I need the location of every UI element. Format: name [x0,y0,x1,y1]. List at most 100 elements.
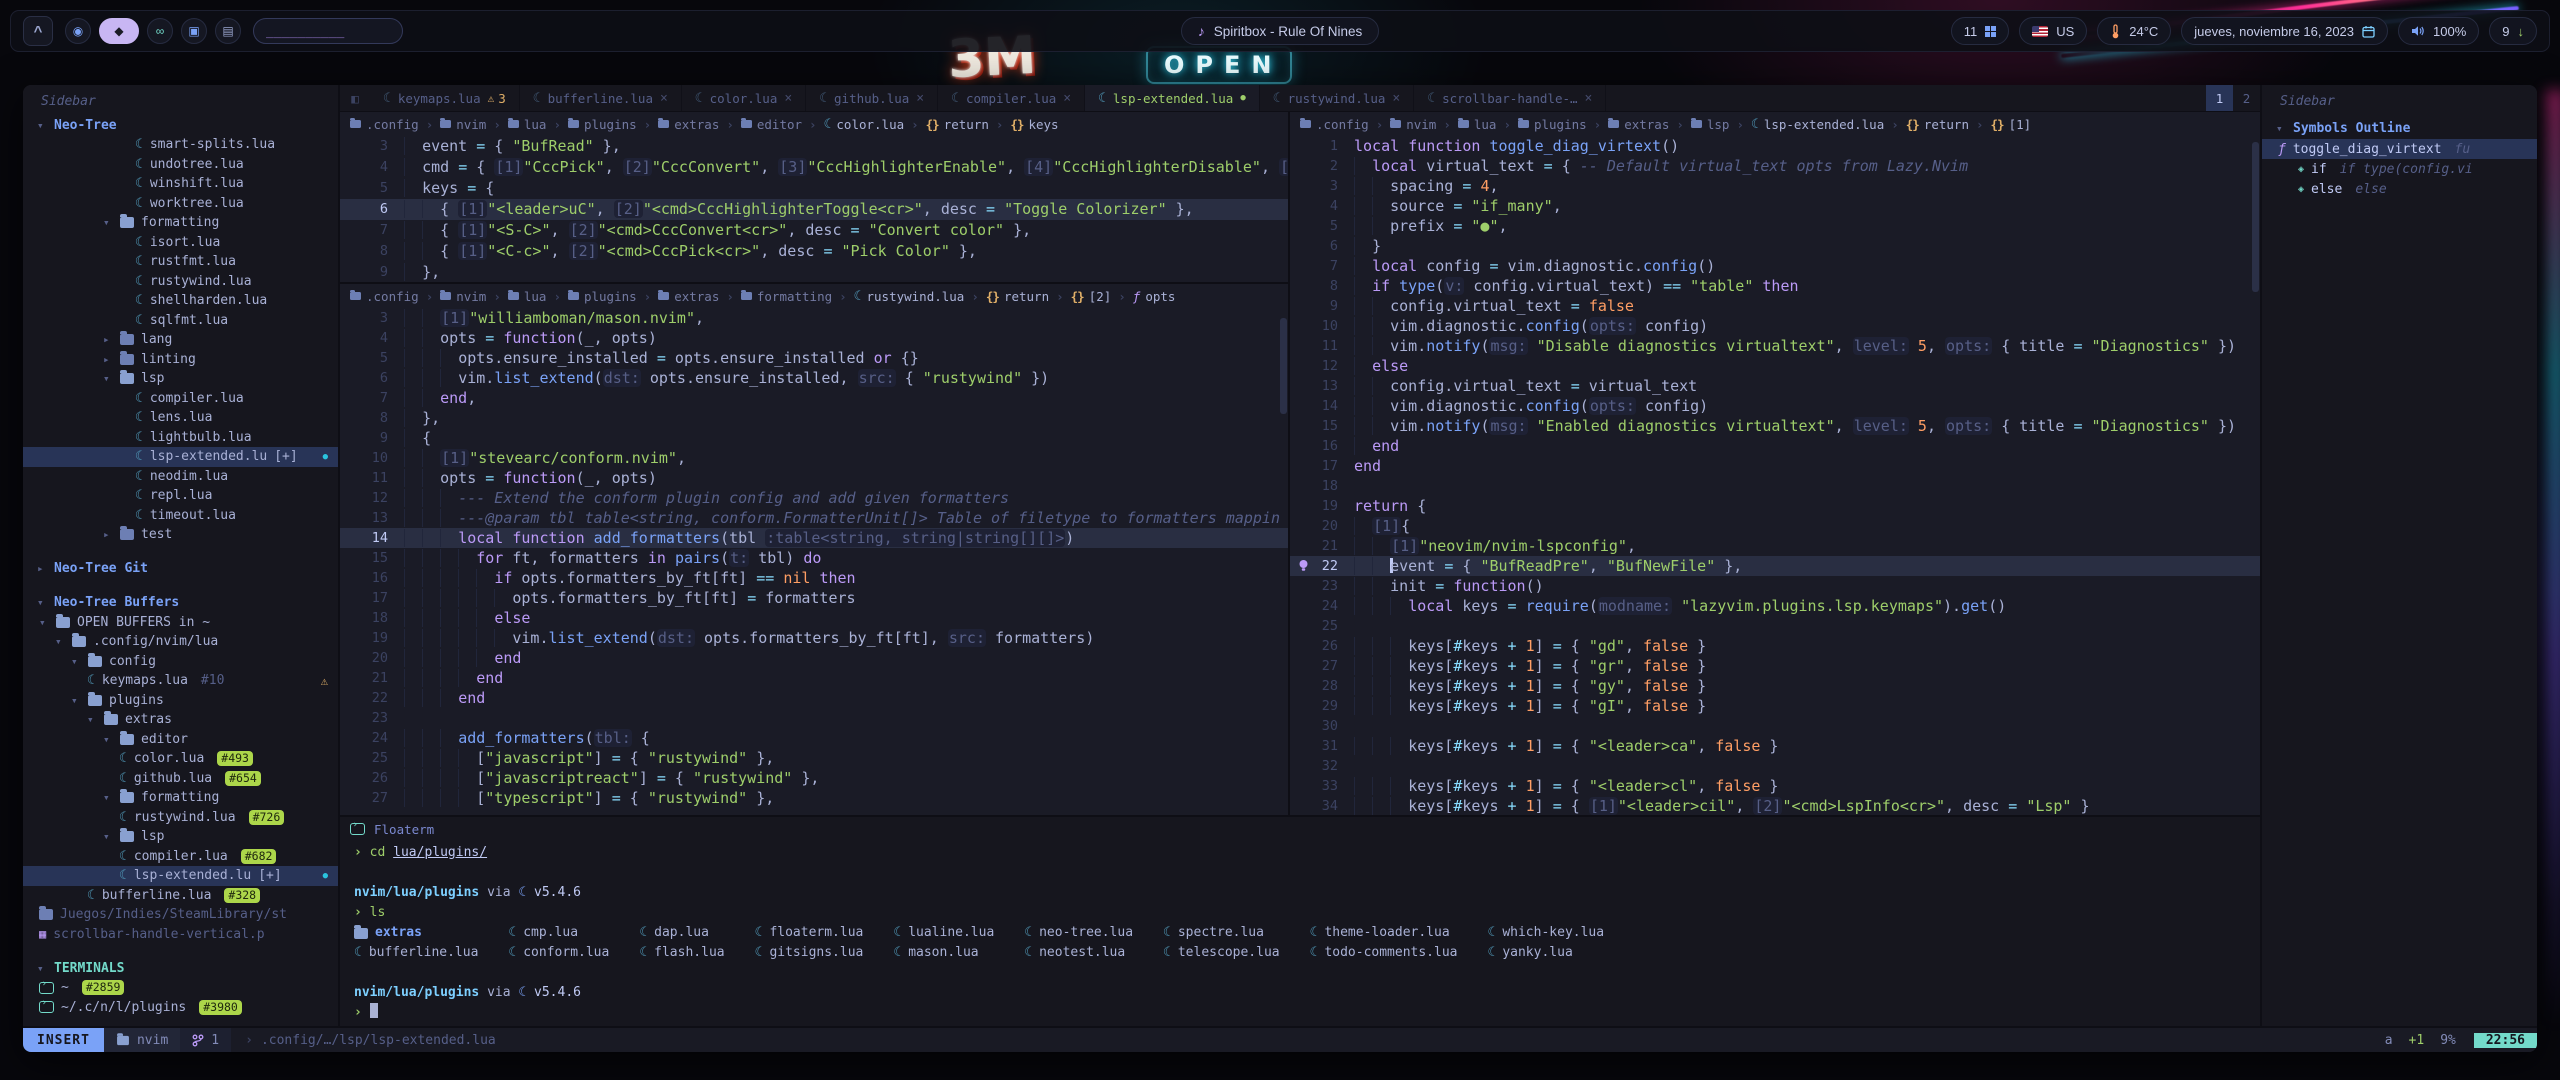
tree-item-winshift-lua[interactable]: ☾winshift.lua [23,174,338,194]
code-line-7[interactable]: 7 end, [340,388,1288,408]
breadcrumb-item-config[interactable]: .config [350,289,419,304]
code-line-34[interactable]: 34 keys[#keys + 1] = { [1]"<leader>cil",… [1290,796,2260,815]
tree-item-bufferline-lua[interactable]: ☾bufferline.lua#328 [23,886,338,906]
section-neo-tree-buffers[interactable]: ▾Neo-Tree Buffers [23,593,338,613]
code-line-4[interactable]: 4 cmd = { [1]"CccPick", [2]"CccConvert",… [340,157,1288,178]
symbol-toggle-diag-virtext[interactable]: ƒtoggle_diag_virtextfu [2262,139,2537,159]
tree-item-neodim-lua[interactable]: ☾neodim.lua [23,467,338,487]
tab-bufferline-lua[interactable]: ☾bufferline.lua× [520,85,682,111]
symbol-else[interactable]: ◈elseelse [2262,179,2537,199]
code-line-26[interactable]: 26 keys[#keys + 1] = { "gd", false } [1290,636,2260,656]
breadcrumb-item-lua[interactable]: lua [508,289,547,304]
close-icon[interactable]: × [660,91,668,106]
code-line-24[interactable]: 24 local keys = require(modname: "lazyvi… [1290,596,2260,616]
breadcrumb-item-opts[interactable]: ƒopts [1133,289,1176,304]
tree-item-rustywind-lua[interactable]: ☾rustywind.lua#726 [23,808,338,828]
tree-item-editor[interactable]: ▾editor [23,730,338,750]
code-line-21[interactable]: 21 [1]"neovim/nvim-lspconfig", [1290,536,2260,556]
widget-window-count[interactable]: 11 [1951,17,2010,45]
scrollbar[interactable] [2252,142,2259,292]
code-line-31[interactable]: 31 keys[#keys + 1] = { "<leader>ca", fal… [1290,736,2260,756]
code-line-13[interactable]: 13 ---@param tbl table<string, conform.F… [340,508,1288,528]
widget-updates[interactable]: 9↓ [2489,17,2537,45]
breadcrumb-item-plugins[interactable]: plugins [568,289,637,304]
code-line-9[interactable]: 9 config.virtual_text = false [1290,296,2260,316]
breadcrumb-item-nvim[interactable]: nvim [440,117,486,132]
tree-item-compiler-lua[interactable]: ☾compiler.lua#682 [23,847,338,867]
breadcrumb-item-keys[interactable]: {}keys [1010,117,1058,132]
tab-color-lua[interactable]: ☾color.lua× [682,85,806,111]
breadcrumb-item-nvim[interactable]: nvim [440,289,486,304]
code-line-22[interactable]: 22 event = { "BufReadPre", "BufNewFile" … [1290,556,2260,576]
tree-item-[interactable]: ~#2859 [23,978,338,998]
breadcrumb-item-extras[interactable]: extras [1608,117,1669,132]
code-line-27[interactable]: 27 ["typescript"] = { "rustywind" }, [340,788,1288,808]
breadcrumb-item-rustywind-lua[interactable]: ☾rustywind.lua [854,289,965,304]
code-line-6[interactable]: 6 { [1]"<leader>uC", [2]"<cmd>CccHighlig… [340,199,1288,220]
symbols-outline-header[interactable]: ▾ Symbols Outline [2262,117,2537,139]
tree-item-lsp-extended-lu[interactable]: ☾lsp-extended.lu[+]● [23,866,338,886]
code-line-11[interactable]: 11 vim.notify(msg: "Disable diagnostics … [1290,336,2260,356]
tree-item-test[interactable]: ▸test [23,525,338,545]
terminal-body[interactable]: › cd lua/plugins/ nvim/lua/plugins via ☾… [340,841,2260,1026]
tabpage-2[interactable]: 2 [2233,85,2260,111]
tree-item-rustfmt-lua[interactable]: ☾rustfmt.lua [23,252,338,272]
tree-item-lens-lua[interactable]: ☾lens.lua [23,408,338,428]
code-line-4[interactable]: 4 source = "if_many", [1290,196,2260,216]
code-line-18[interactable]: 18 else [340,608,1288,628]
breadcrumb-item-formatting[interactable]: formatting [741,289,832,304]
tab-compiler-lua[interactable]: ☾compiler.lua× [938,85,1085,111]
code-line-1[interactable]: 1local function toggle_diag_virtext() [1290,136,2260,156]
code-line-3[interactable]: 3 [1]"williamboman/mason.nvim", [340,308,1288,328]
code-line-19[interactable]: 19 vim.list_extend(dst: opts.formatters_… [340,628,1288,648]
tab-keymaps-lua[interactable]: ☾keymaps.lua⚠3 [370,85,520,111]
widget-date[interactable]: jueves, noviembre 16, 2023 [2181,17,2388,45]
widget-temperature[interactable]: 24°C [2097,17,2171,45]
workspace-button-1[interactable]: ◉ [65,18,91,44]
code-line-9[interactable]: 9 }, [340,262,1288,282]
widget-keyboard-layout[interactable]: US [2019,17,2087,45]
code-line-10[interactable]: 10 [1]"stevearc/conform.nvim", [340,448,1288,468]
tree-item-lsp-extended-lu[interactable]: ☾lsp-extended.lu[+]● [23,447,338,467]
code-line-6[interactable]: 6 } [1290,236,2260,256]
tree-item-linting[interactable]: ▸linting [23,350,338,370]
music-widget[interactable]: ♪ Spiritbox - Rule Of Nines [1181,17,1380,45]
tree-item-plugins[interactable]: ▾plugins [23,691,338,711]
workspace-button-3[interactable]: ∞ [147,18,173,44]
code-line-21[interactable]: 21 end [340,668,1288,688]
code-line-27[interactable]: 27 keys[#keys + 1] = { "gr", false } [1290,656,2260,676]
code-line-30[interactable]: 30 [1290,716,2260,736]
tree-item-lsp[interactable]: ▾lsp [23,827,338,847]
code-line-6[interactable]: 6 vim.list_extend(dst: opts.ensure_insta… [340,368,1288,388]
tree-item-color-lua[interactable]: ☾color.lua#493 [23,749,338,769]
tree-item-repl-lua[interactable]: ☾repl.lua [23,486,338,506]
code-line-19[interactable]: 19return { [1290,496,2260,516]
breadcrumb-item-config[interactable]: .config [350,117,419,132]
code-line-14[interactable]: 14 local function add_formatters(tbl :ta… [340,528,1288,548]
code-line-8[interactable]: 8 if type(v: config.virtual_text) == "ta… [1290,276,2260,296]
code-line-15[interactable]: 15 for ft, formatters in pairs(t: tbl) d… [340,548,1288,568]
code-line-8[interactable]: 8 }, [340,408,1288,428]
code-line-9[interactable]: 9 { [340,428,1288,448]
tree-item-sqlfmt-lua[interactable]: ☾sqlfmt.lua [23,311,338,331]
section-neo-tree[interactable]: ▾Neo-Tree [23,115,338,135]
breadcrumb-item-config[interactable]: .config [1300,117,1369,132]
code-line-7[interactable]: 7 { [1]"<S-C>", [2]"<cmd>CccConvert<cr>"… [340,220,1288,241]
tree-item-scrollbar-handle-vertical-p[interactable]: ▦scrollbar-handle-vertical.p [23,925,338,945]
code-line-26[interactable]: 26 ["javascriptreact"] = { "rustywind" }… [340,768,1288,788]
breadcrumb-item-return[interactable]: {}return [926,117,989,132]
tree-item-open-buffers-in[interactable]: ▾OPEN BUFFERS in ~ [23,613,338,633]
section-neo-tree-git[interactable]: ▸Neo-Tree Git [23,559,338,579]
breadcrumb-item-lsp-extended-lua[interactable]: ☾lsp-extended.lua [1751,117,1884,132]
code-line-23[interactable]: 23 init = function() [1290,576,2260,596]
symbol-if[interactable]: ◈ifif type(config.vi [2262,159,2537,179]
breadcrumb-item-return[interactable]: {}return [1906,117,1969,132]
code-line-10[interactable]: 10 vim.diagnostic.config(opts: config) [1290,316,2260,336]
section-terminals[interactable]: ▾TERMINALS [23,958,338,978]
code-line-17[interactable]: 17 opts.formatters_by_ft[ft] = formatter… [340,588,1288,608]
code-line-5[interactable]: 5 prefix = "●", [1290,216,2260,236]
breadcrumb-item-1[interactable]: {}[1] [1991,117,2032,132]
tab-rustywind-lua[interactable]: ☾rustywind.lua× [1260,85,1415,111]
code-line-4[interactable]: 4 opts = function(_, opts) [340,328,1288,348]
code-line-5[interactable]: 5 keys = { [340,178,1288,199]
